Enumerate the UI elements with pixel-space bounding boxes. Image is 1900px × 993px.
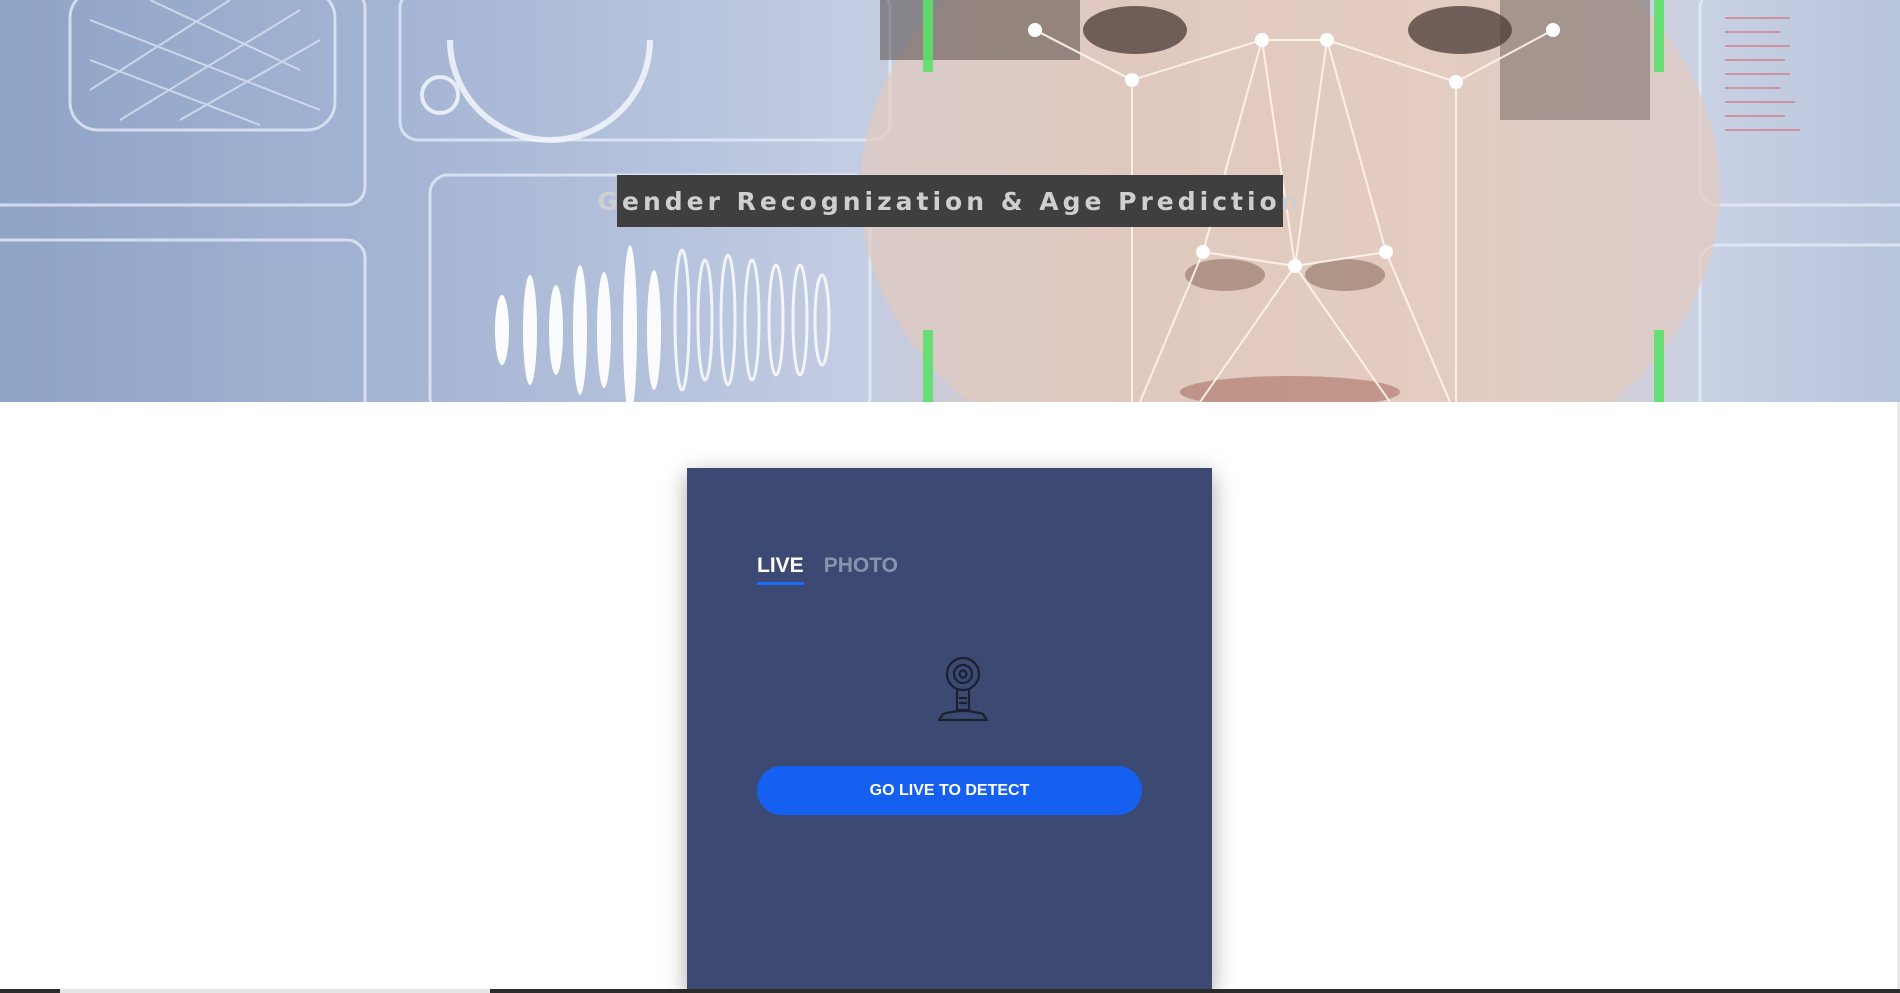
detector-card: LIVE PHOTO GO LIVE TO DETECT bbox=[687, 468, 1212, 993]
page: Gender Recognization & Age Prediction LI… bbox=[0, 0, 1900, 993]
go-live-button[interactable]: GO LIVE TO DETECT bbox=[757, 766, 1142, 815]
bottom-strip-segment bbox=[60, 989, 490, 993]
hero-title-box: Gender Recognization & Age Prediction bbox=[597, 175, 1299, 227]
mode-tabs: LIVE PHOTO bbox=[757, 554, 898, 585]
hero-banner: Gender Recognization & Age Prediction bbox=[0, 0, 1900, 402]
tab-photo[interactable]: PHOTO bbox=[824, 554, 898, 585]
page-title: Gender Recognization & Age Prediction bbox=[597, 186, 1303, 216]
bottom-strip bbox=[0, 989, 1900, 993]
webcam-icon bbox=[937, 656, 989, 722]
tab-live[interactable]: LIVE bbox=[757, 554, 804, 585]
